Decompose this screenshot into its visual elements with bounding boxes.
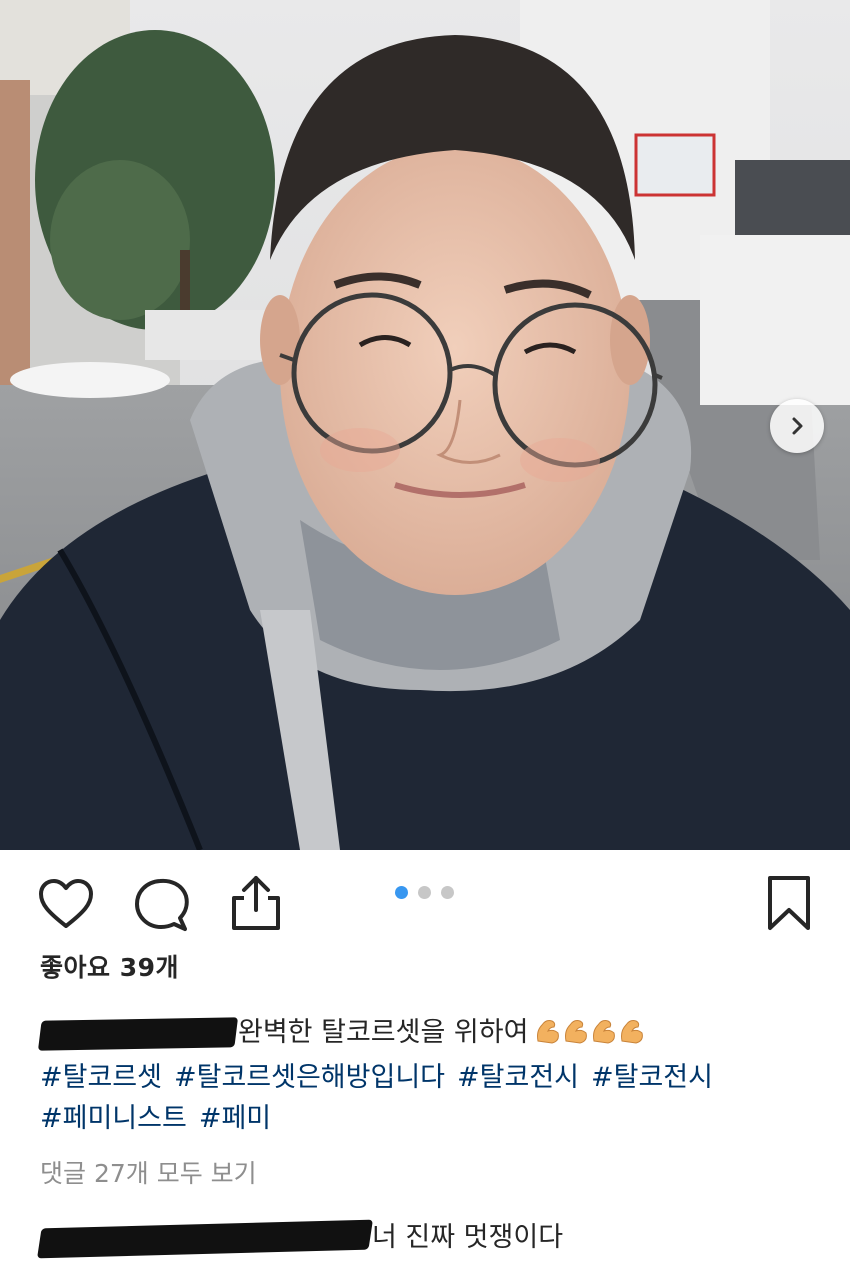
- hashtag-link[interactable]: #탈코전시: [457, 1062, 579, 1093]
- flexed-biceps-icon: [534, 1015, 646, 1057]
- carousel-next-button[interactable]: [770, 399, 824, 453]
- carousel-indicator: [395, 886, 454, 899]
- hashtag-link[interactable]: #탈코르셋은해방입니다: [174, 1062, 445, 1093]
- hashtag-link[interactable]: #페미니스트: [40, 1103, 187, 1134]
- hashtag-link[interactable]: #탈코르셋: [40, 1062, 162, 1093]
- caption-text: 완벽한 탈코르셋을 위하여: [238, 1017, 529, 1048]
- post-action-bar: [0, 850, 850, 960]
- carousel-dot-active: [395, 886, 408, 899]
- post-photo[interactable]: [0, 0, 850, 850]
- carousel-dot: [418, 886, 431, 899]
- view-all-comments-link[interactable]: 댓글 27개 모두 보기: [40, 1154, 257, 1190]
- selfie-image: [0, 0, 850, 850]
- hashtag-link[interactable]: #탈코전시: [591, 1062, 713, 1093]
- save-button[interactable]: [766, 874, 812, 936]
- likes-count[interactable]: 좋아요 39개: [40, 948, 179, 984]
- comment-text: 너 진짜 멋쟁이다: [372, 1222, 564, 1253]
- hashtag-link[interactable]: #페미: [199, 1103, 271, 1134]
- redacted-username: [37, 1219, 373, 1258]
- comment-bubble-icon: [135, 878, 189, 931]
- comment-button[interactable]: [134, 878, 190, 936]
- comment-item: 너 진짜 멋쟁이다: [37, 1215, 564, 1258]
- post-caption: 완벽한 탈코르셋을 위하여 #탈코르셋 #탈코르셋은해방입니다 #탈코전시 #탈코전시…: [37, 1012, 830, 1139]
- chevron-right-icon: [792, 417, 803, 435]
- like-button[interactable]: [38, 878, 94, 934]
- share-button[interactable]: [230, 874, 282, 936]
- heart-icon: [39, 879, 93, 928]
- carousel-dot: [441, 886, 454, 899]
- bookmark-icon: [768, 876, 810, 930]
- share-icon: [232, 876, 280, 930]
- redacted-username: [37, 1016, 239, 1051]
